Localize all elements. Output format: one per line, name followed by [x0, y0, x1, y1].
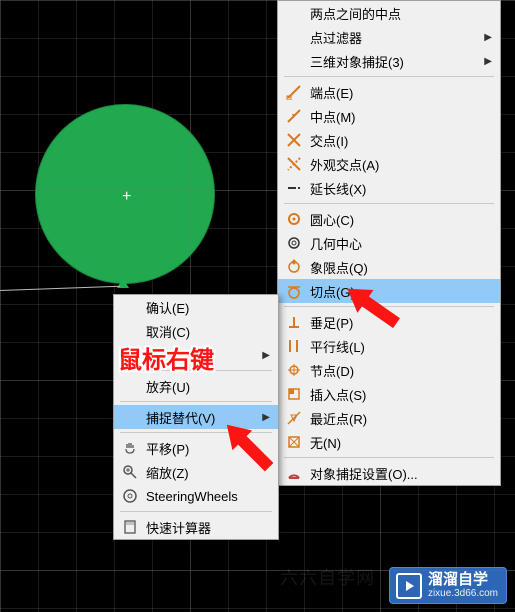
- menu-3d-osnap[interactable]: 三维对象捕捉(3) ▶: [278, 49, 500, 73]
- insertion-icon: [284, 386, 304, 402]
- menu-parallel[interactable]: 平行线(L): [278, 334, 500, 358]
- extension-icon: [284, 180, 304, 196]
- menu-label: 几何中心: [310, 234, 492, 253]
- context-menu: 确认(E) 取消(C) 动态输入 ▶ 放弃(U) 捕捉替代(V) ▶ 平移(P)…: [113, 294, 279, 540]
- menu-separator: [284, 76, 494, 77]
- menu-snap-override[interactable]: 捕捉替代(V) ▶: [114, 405, 278, 429]
- menu-label: 放弃(U): [146, 377, 270, 396]
- pan-icon: [120, 440, 140, 456]
- watermark-title: 溜溜自学: [428, 572, 498, 587]
- watermark-url: zixue.3d66.com: [428, 589, 498, 599]
- osnap-settings-icon: [284, 465, 304, 481]
- menu-apparent-intersection[interactable]: 外观交点(A): [278, 152, 500, 176]
- menu-perpendicular[interactable]: 垂足(P): [278, 310, 500, 334]
- menu-extension[interactable]: 延长线(X): [278, 176, 500, 200]
- submenu-arrow-icon: ▶: [262, 350, 270, 361]
- menu-label: 两点之间的中点: [310, 4, 492, 23]
- menu-label: 三维对象捕捉(3): [310, 52, 466, 71]
- menu-label: 垂足(P): [310, 313, 492, 332]
- menu-label: 动态输入: [146, 346, 244, 365]
- menu-separator: [120, 432, 272, 433]
- menu-intersection[interactable]: 交点(I): [278, 128, 500, 152]
- steering-wheels-icon: [120, 488, 140, 504]
- zoom-icon: [120, 464, 140, 480]
- menu-separator: [120, 370, 272, 371]
- nearest-icon: [284, 410, 304, 426]
- menu-midpoint[interactable]: 中点(M): [278, 104, 500, 128]
- menu-label: 确认(E): [146, 298, 270, 317]
- menu-discard[interactable]: 放弃(U): [114, 374, 278, 398]
- submenu-arrow-icon: ▶: [484, 56, 492, 67]
- menu-cancel[interactable]: 取消(C): [114, 319, 278, 343]
- tangent-icon: [284, 283, 304, 299]
- geom-center-icon: [284, 235, 304, 251]
- menu-label: 外观交点(A): [310, 155, 492, 174]
- menu-label: 交点(I): [310, 131, 492, 150]
- menu-endpoint[interactable]: 端点(E): [278, 80, 500, 104]
- menu-label: 切点(G): [310, 282, 492, 301]
- menu-node[interactable]: 节点(D): [278, 358, 500, 382]
- menu-label: 点过滤器: [310, 28, 466, 47]
- menu-label: 捕捉替代(V): [146, 408, 244, 427]
- menu-pan[interactable]: 平移(P): [114, 436, 278, 460]
- menu-label: 插入点(S): [310, 385, 492, 404]
- menu-label: 取消(C): [146, 322, 270, 341]
- endpoint-icon: [284, 84, 304, 100]
- menu-label: 快速计算器: [146, 518, 270, 537]
- menu-label: 平移(P): [146, 439, 270, 458]
- play-icon: [396, 573, 422, 599]
- submenu-arrow-icon: ▶: [262, 412, 270, 423]
- menu-insertion[interactable]: 插入点(S): [278, 382, 500, 406]
- menu-label: 象限点(Q): [310, 258, 492, 277]
- menu-label: 无(N): [310, 433, 492, 452]
- midpoint-icon: [284, 108, 304, 124]
- menu-separator: [284, 306, 494, 307]
- menu-separator: [120, 511, 272, 512]
- intersection-icon: [284, 132, 304, 148]
- calculator-icon: [120, 519, 140, 535]
- menu-none[interactable]: 无(N): [278, 430, 500, 454]
- faint-watermark: 六六自学网: [280, 564, 375, 590]
- menu-label: 最近点(R): [310, 409, 492, 428]
- menu-tangent[interactable]: 切点(G): [278, 279, 500, 303]
- menu-midpoint-between[interactable]: 两点之间的中点: [278, 1, 500, 25]
- menu-label: 平行线(L): [310, 337, 492, 356]
- osnap-submenu: 两点之间的中点 点过滤器 ▶ 三维对象捕捉(3) ▶ 端点(E) 中点(M) 交…: [277, 0, 501, 486]
- menu-geom-center[interactable]: 几何中心: [278, 231, 500, 255]
- node-icon: [284, 362, 304, 378]
- crosshair-cursor: +: [122, 188, 131, 206]
- menu-label: 缩放(Z): [146, 463, 270, 482]
- center-icon: [284, 211, 304, 227]
- none-icon: [284, 434, 304, 450]
- apparent-intersection-icon: [284, 156, 304, 172]
- menu-confirm[interactable]: 确认(E): [114, 295, 278, 319]
- menu-label: 对象捕捉设置(O)...: [310, 464, 492, 483]
- menu-point-filter[interactable]: 点过滤器 ▶: [278, 25, 500, 49]
- parallel-icon: [284, 338, 304, 354]
- menu-separator: [120, 401, 272, 402]
- menu-steering-wheels[interactable]: SteeringWheels: [114, 484, 278, 508]
- construction-line: [0, 286, 120, 291]
- menu-nearest[interactable]: 最近点(R): [278, 406, 500, 430]
- menu-label: SteeringWheels: [146, 489, 270, 504]
- menu-osnap-settings[interactable]: 对象捕捉设置(O)...: [278, 461, 500, 485]
- menu-label: 圆心(C): [310, 210, 492, 229]
- menu-quickcalc[interactable]: 快速计算器: [114, 515, 278, 539]
- menu-label: 中点(M): [310, 107, 492, 126]
- menu-label: 节点(D): [310, 361, 492, 380]
- menu-label: 延长线(X): [310, 179, 492, 198]
- menu-separator: [284, 203, 494, 204]
- menu-zoom[interactable]: 缩放(Z): [114, 460, 278, 484]
- submenu-arrow-icon: ▶: [484, 32, 492, 43]
- watermark-badge: 溜溜自学 zixue.3d66.com: [389, 567, 507, 604]
- quadrant-icon: [284, 259, 304, 275]
- menu-label: 端点(E): [310, 83, 492, 102]
- menu-center[interactable]: 圆心(C): [278, 207, 500, 231]
- menu-separator: [284, 457, 494, 458]
- menu-quadrant[interactable]: 象限点(Q): [278, 255, 500, 279]
- menu-dynamic-input[interactable]: 动态输入 ▶: [114, 343, 278, 367]
- perpendicular-icon: [284, 314, 304, 330]
